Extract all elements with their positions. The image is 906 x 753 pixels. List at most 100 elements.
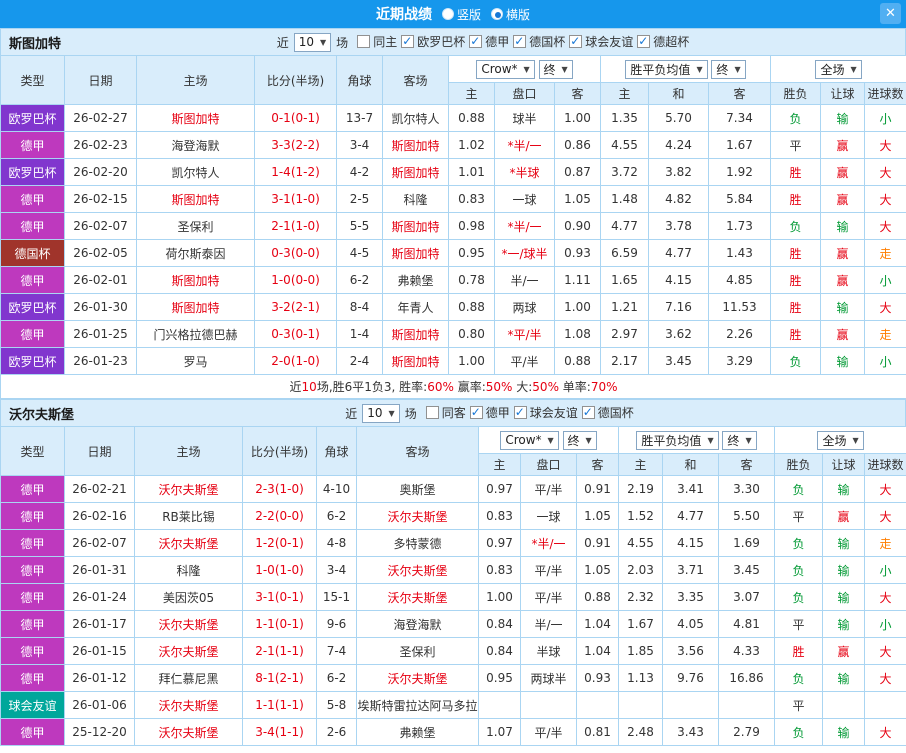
checkbox-checked-icon[interactable] — [469, 34, 483, 48]
home-team: 沃尔夫斯堡 — [134, 610, 243, 638]
col-header-date: 日期 — [64, 55, 137, 105]
asia-odds-controls: Crow* ▼ 终 ▼ — [477, 426, 620, 454]
asia-odds-controls: Crow* ▼ 终 ▼ — [447, 55, 602, 83]
match-row: 德甲 26-02-16 RB莱比锡 2-2(0-0) 6-2 沃尔夫斯堡 0.83 一球 1.0… — [0, 502, 906, 530]
goals-badge: 大 — [864, 131, 906, 159]
match-row: 球会友谊 26-01-06 沃尔夫斯堡 1-1(1-1) 5-8 埃斯特雷拉达阿马多拉 平 — [0, 691, 906, 719]
asia-final-select[interactable]: 终 ▼ — [538, 59, 573, 79]
match-date: 26-02-23 — [64, 131, 137, 159]
goals-badge: 大 — [864, 158, 906, 186]
checkbox-checked-icon[interactable] — [513, 34, 527, 48]
euro-avg-select[interactable]: 胜平负均值 ▼ — [625, 59, 708, 79]
result-badge: 胜 — [770, 266, 822, 294]
euro-odds-controls: 胜平负均值 ▼ 终 ▼ — [600, 55, 772, 83]
match-row: 德国杯 26-02-05 荷尔斯泰因 0-3(0-0) 4-5 斯图加特 0.95 *一/球半… — [0, 239, 906, 267]
asia-away-odds: 1.08 — [553, 320, 602, 348]
euro-final-value: 终 — [716, 62, 729, 77]
match-row: 德甲 26-02-01 斯图加特 1-0(0-0) 6-2 弗赖堡 0.78 半/一 1.11 1… — [0, 266, 906, 294]
goals-badge — [864, 691, 906, 719]
league-filter-checkbox[interactable]: 球会友谊 — [569, 33, 633, 50]
summary-segment: 近 — [289, 380, 302, 394]
result-badge: 胜 — [770, 293, 822, 321]
result-badge: 负 — [774, 529, 824, 557]
corner-count: 6-2 — [316, 502, 357, 530]
euro-final-select[interactable]: 终 ▼ — [722, 430, 757, 450]
filter-label: 德甲 — [485, 35, 510, 49]
euro-draw-odds: 7.16 — [648, 293, 710, 321]
match-count-select[interactable]: 10 ▼ — [362, 403, 400, 423]
col-header-asia-home: 主 — [448, 82, 495, 105]
home-team: 科隆 — [134, 556, 243, 584]
home-team: 沃尔夫斯堡 — [134, 529, 243, 557]
controls-row: 类型 日期 主场 比分(半场) 角球 客场 Crow* ▼ 终 ▼ 胜平负均值 ▼ 终… — [0, 426, 906, 476]
checkbox-checked-icon[interactable] — [581, 405, 595, 419]
let-result-badge: 赢 — [820, 320, 866, 348]
odds-source-select[interactable]: Crow* ▼ — [500, 430, 559, 450]
league-filter-checkbox[interactable]: 球会友谊 — [513, 404, 578, 421]
col-header-asia-away: 客 — [575, 453, 620, 476]
match-date: 26-02-27 — [64, 104, 137, 132]
summary-segment: 70% — [590, 380, 618, 394]
result-badge: 负 — [774, 718, 824, 746]
asia-home-odds: 0.97 — [478, 529, 521, 557]
team-section-stuttgart: 斯图加特 近 10▼ 场 同主欧罗巴杯德甲德国杯球会友谊德超杯 类型 日期 主场 — [0, 28, 906, 399]
euro-final-select[interactable]: 终 ▼ — [711, 59, 746, 79]
asia-away-odds: 1.00 — [553, 104, 602, 132]
goals-badge: 大 — [864, 583, 906, 611]
league-filter-checkbox[interactable]: 德甲 — [469, 33, 509, 50]
checkbox-checked-icon[interactable] — [513, 405, 527, 419]
layout-radio-horizontal[interactable]: 横版 — [491, 6, 530, 23]
euro-home-odds: 4.77 — [600, 212, 650, 240]
handicap-value: *半/一 — [520, 529, 577, 557]
league-filter-checkbox[interactable]: 同客 — [425, 404, 466, 421]
euro-away-odds: 5.84 — [708, 185, 772, 213]
scope-select[interactable]: 全场 ▼ — [815, 59, 862, 79]
goals-badge: 大 — [864, 664, 906, 692]
match-date: 26-02-21 — [64, 475, 135, 503]
home-team: 沃尔夫斯堡 — [134, 691, 243, 719]
scope-select[interactable]: 全场 ▼ — [817, 430, 864, 450]
match-score: 2-2(0-0) — [242, 502, 317, 530]
filter-bar: 近 10 ▼ 场 同客 德甲 球会友谊 德国杯 — [74, 403, 905, 423]
corner-count: 9-6 — [316, 610, 357, 638]
league-filter-checkbox[interactable]: 欧罗巴杯 — [401, 33, 465, 50]
league-filter-checkbox[interactable]: 德国杯 — [513, 33, 565, 50]
radio-unchecked-icon[interactable] — [441, 8, 454, 20]
asia-away-odds: 1.05 — [553, 185, 602, 213]
match-score: 1-1(1-1) — [242, 691, 317, 719]
league-badge: 德甲 — [0, 610, 65, 638]
league-filter-checkbox[interactable]: 德国杯 — [581, 404, 634, 421]
match-score: 2-1(1-0) — [254, 212, 337, 240]
euro-away-odds: 4.33 — [718, 637, 776, 665]
corner-count: 13-7 — [336, 104, 383, 132]
checkbox-checked-icon[interactable] — [637, 34, 651, 48]
checkbox-unchecked-icon[interactable] — [357, 35, 371, 48]
odds-source-select[interactable]: Crow* ▼ — [476, 59, 535, 79]
result-badge: 胜 — [770, 320, 822, 348]
filter-label: 德超杯 — [653, 35, 690, 49]
euro-avg-select[interactable]: 胜平负均值 ▼ — [636, 430, 719, 450]
layout-radio-vertical[interactable]: 竖版 — [441, 6, 481, 23]
col-header-result: 胜负 — [774, 453, 824, 476]
close-button[interactable]: ✕ — [880, 3, 901, 24]
match-count-select[interactable]: 10 ▼ — [293, 32, 332, 52]
league-filter-checkbox[interactable]: 德超杯 — [637, 33, 689, 50]
match-row: 欧罗巴杯 26-02-20 凯尔特人 1-4(1-2) 4-2 斯图加特 1.01 *半球 0.… — [0, 158, 906, 186]
checkbox-unchecked-icon[interactable] — [425, 406, 439, 419]
scope-controls: 全场 ▼ — [774, 426, 906, 454]
euro-draw-odds: 3.78 — [648, 212, 710, 240]
radio-checked-icon[interactable] — [491, 8, 503, 20]
checkbox-checked-icon[interactable] — [569, 34, 583, 48]
checkbox-checked-icon[interactable] — [401, 34, 415, 48]
match-date: 26-01-17 — [64, 610, 135, 638]
home-team: 斯图加特 — [136, 104, 255, 132]
asia-final-select[interactable]: 终 ▼ — [562, 430, 597, 450]
league-filter-checkbox[interactable]: 德甲 — [469, 404, 510, 421]
match-date: 26-02-07 — [64, 529, 135, 557]
away-team: 斯图加特 — [382, 131, 449, 159]
league-filter-checkbox[interactable]: 同主 — [357, 33, 397, 50]
filter-label: 球会友谊 — [585, 35, 634, 49]
asia-away-odds: 0.91 — [575, 529, 620, 557]
result-badge: 平 — [774, 691, 824, 719]
checkbox-checked-icon[interactable] — [469, 405, 483, 419]
